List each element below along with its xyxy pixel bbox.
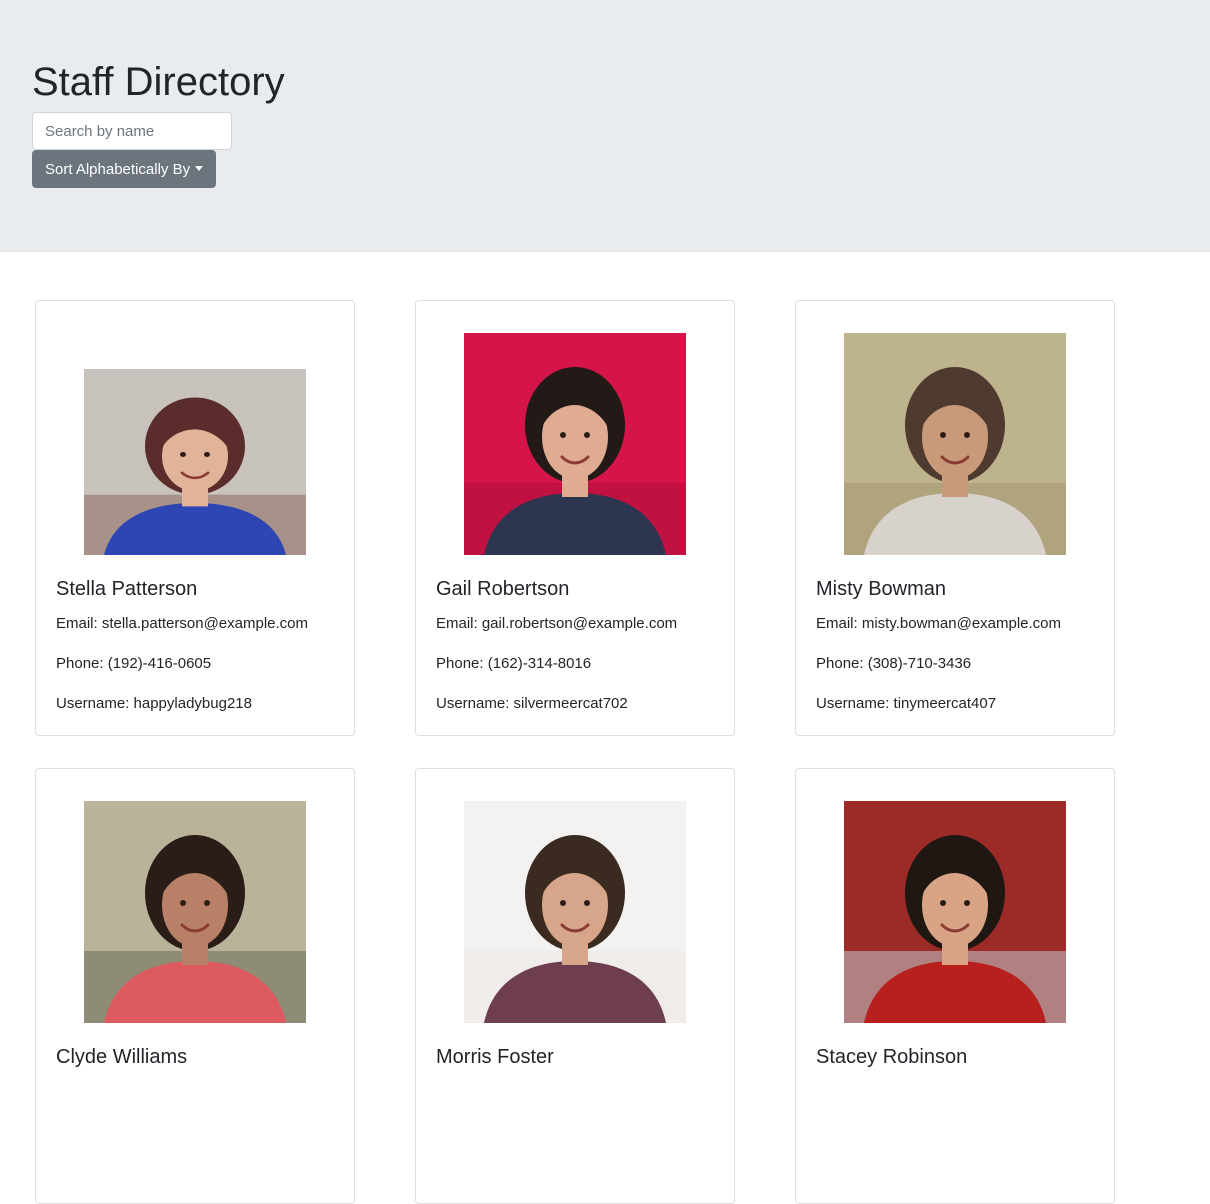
employee-photo-frame: [844, 801, 1066, 1023]
employee-name: Stacey Robinson: [816, 1046, 968, 1068]
caret-down-icon: [195, 165, 204, 171]
employee-name: Misty Bowman: [816, 578, 947, 600]
page-title: Staff Directory: [32, 60, 285, 104]
employee-photo: [84, 801, 306, 1023]
sort-button-label: Sort Alphabetically By: [45, 160, 191, 178]
employee-name: Gail Robertson: [436, 578, 570, 600]
portrait-illustration: [464, 333, 686, 555]
employee-email: Email: misty.bowman@example.com: [816, 615, 1062, 632]
employee-photo-frame: [464, 801, 686, 1023]
employee-photo: [84, 369, 306, 555]
employee-card: Misty Bowman Email: misty.bowman@example.…: [795, 300, 1115, 736]
search-input[interactable]: [32, 112, 232, 150]
employee-photo: [464, 333, 686, 555]
employee-username: Username: happyladybug218: [56, 695, 252, 712]
header-jumbotron: Staff Directory Sort Alphabetically By: [0, 0, 1210, 252]
portrait-illustration: [464, 801, 686, 1023]
employee-photo: [844, 333, 1066, 555]
employee-photo-frame: [84, 333, 306, 555]
employee-card: Stella Patterson Email: stella.patterson@…: [35, 300, 355, 736]
employee-card: Clyde Williams: [35, 768, 355, 1204]
employee-email: Email: gail.robertson@example.com: [436, 615, 678, 632]
employee-photo: [464, 801, 686, 1023]
employee-photo-frame: [844, 333, 1066, 555]
employee-name: Clyde Williams: [56, 1046, 188, 1068]
portrait-illustration: [84, 801, 306, 1023]
sort-dropdown-button[interactable]: Sort Alphabetically By: [32, 150, 217, 188]
portrait-illustration: [844, 801, 1066, 1023]
employee-username: Username: tinymeercat407: [816, 695, 997, 712]
employee-username: Username: silvermeercat702: [436, 695, 628, 712]
employee-photo: [844, 801, 1066, 1023]
employee-phone: Phone: (162)-314-8016: [436, 655, 592, 672]
employee-photo-frame: [464, 333, 686, 555]
employee-phone: Phone: (308)-710-3436: [816, 655, 972, 672]
employee-email: Email: stella.patterson@example.com: [56, 615, 308, 632]
employee-card: Morris Foster: [415, 768, 735, 1204]
portrait-illustration: [84, 369, 306, 555]
employee-name: Morris Foster: [436, 1046, 554, 1068]
employee-card: Gail Robertson Email: gail.robertson@exam…: [415, 300, 735, 736]
employee-name: Stella Patterson: [56, 578, 198, 600]
employee-photo-frame: [84, 801, 306, 1023]
employee-card: Stacey Robinson: [795, 768, 1115, 1204]
portrait-illustration: [844, 333, 1066, 555]
employee-phone: Phone: (192)-416-0605: [56, 655, 212, 672]
